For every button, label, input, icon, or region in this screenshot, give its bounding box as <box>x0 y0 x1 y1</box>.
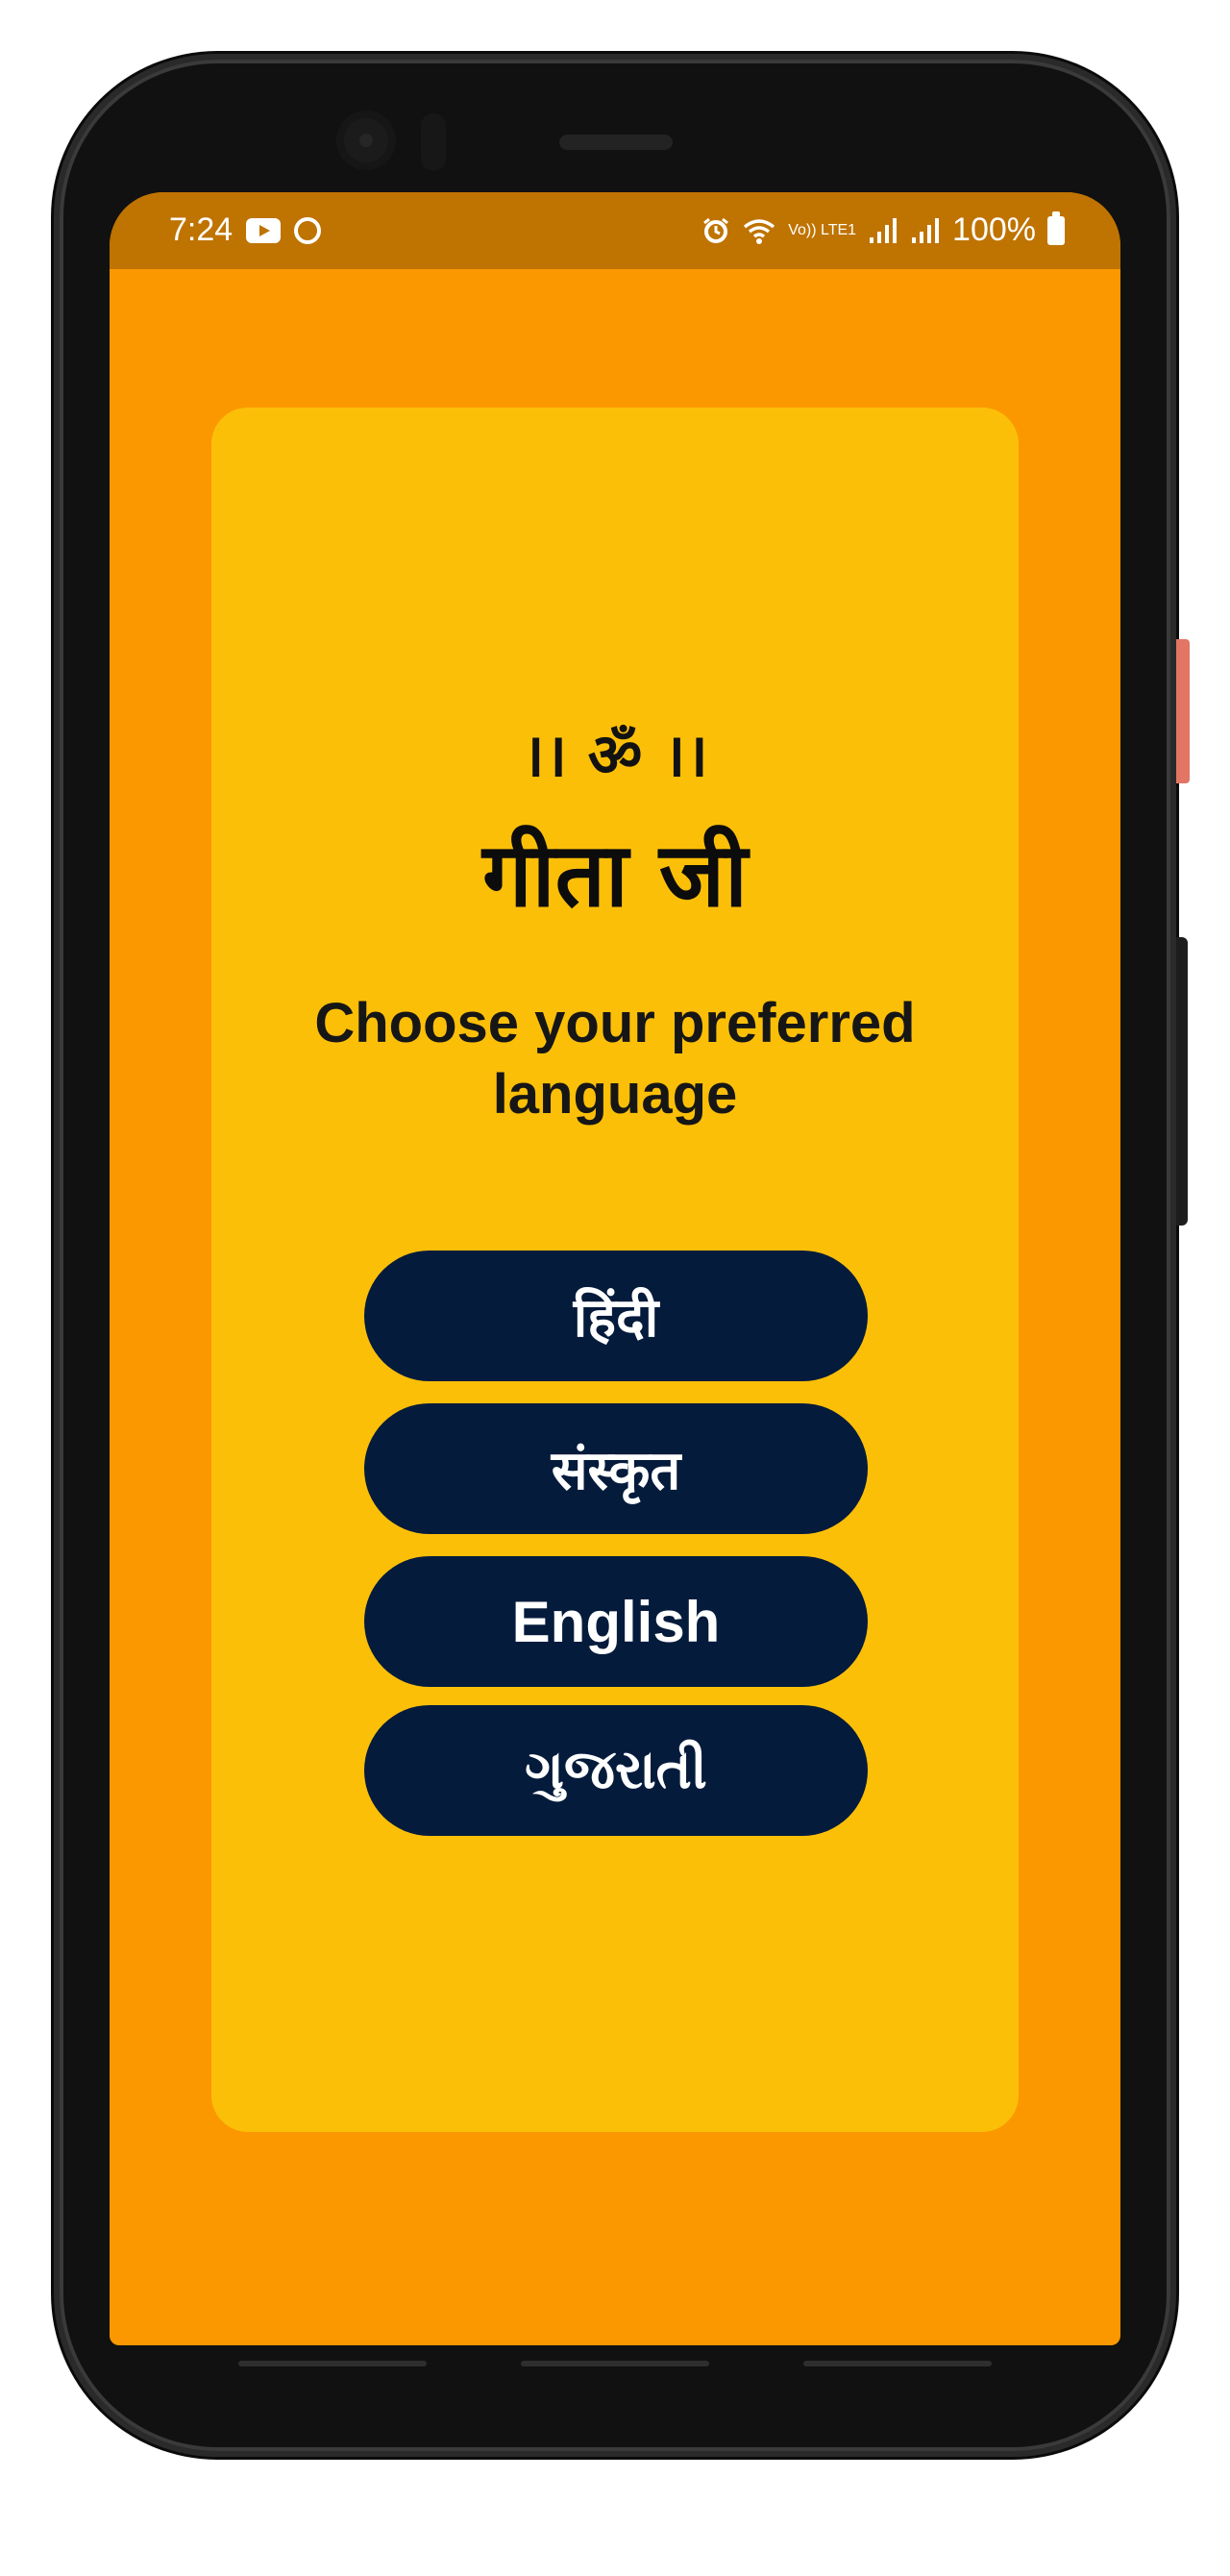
bottom-bezel-line-left <box>238 2361 427 2366</box>
language-button-sanskrit[interactable]: संस्कृत <box>364 1403 868 1534</box>
language-button-hindi[interactable]: हिंदी <box>364 1251 868 1381</box>
signal-icon <box>870 217 898 243</box>
app-title: गीता जी <box>481 824 748 927</box>
bottom-bezel-line-center <box>521 2361 709 2366</box>
language-card: ।। ॐ ।। गीता जी Choose your preferred la… <box>211 408 1019 2132</box>
earpiece-speaker <box>559 135 673 150</box>
language-button-gujarati[interactable]: ગુજરાતી <box>364 1705 868 1836</box>
volume-button <box>1176 937 1188 1226</box>
sync-icon <box>294 216 322 244</box>
signal-icon-2 <box>912 217 940 243</box>
language-prompt: Choose your preferred language <box>314 992 916 1126</box>
wifi-icon <box>744 218 775 244</box>
om-heading: ।। ॐ ।। <box>522 720 708 790</box>
app-screen: 7:24 Vo)) LTE1 100% ।। ॐ ।। गीता जी Choo… <box>110 192 1120 2345</box>
language-button-english[interactable]: English <box>364 1556 868 1687</box>
status-left: 7:24 <box>169 211 322 249</box>
status-right: Vo)) LTE1 100% <box>701 211 1065 249</box>
alarm-icon <box>703 217 729 243</box>
device-mockup: 7:24 Vo)) LTE1 100% ।। ॐ ।। गीता जी Choo… <box>0 0 1230 2576</box>
status-bar: 7:24 Vo)) LTE1 100% <box>110 192 1120 269</box>
front-camera <box>336 111 396 170</box>
proximity-sensor <box>421 113 446 171</box>
network-label: Vo)) LTE1 <box>788 221 857 238</box>
battery-percent: 100% <box>952 211 1036 248</box>
battery-icon <box>1047 211 1065 245</box>
bottom-bezel-line-right <box>803 2361 992 2366</box>
side-accent <box>1176 639 1190 783</box>
youtube-icon <box>246 217 282 243</box>
status-time: 7:24 <box>169 211 234 248</box>
